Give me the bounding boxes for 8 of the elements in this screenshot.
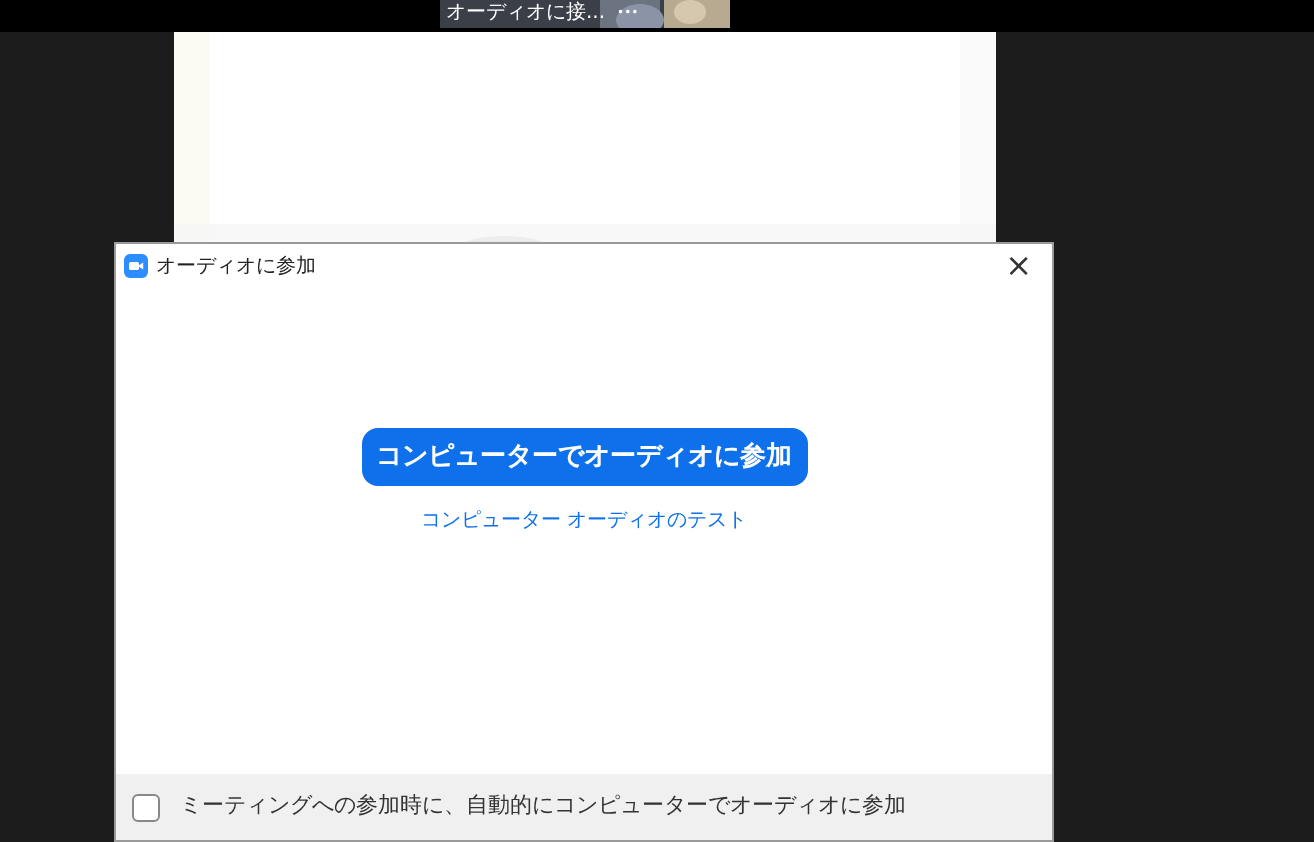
close-button[interactable]: ×: [993, 250, 1044, 282]
join-audio-button[interactable]: コンピューターでオーディオに参加: [361, 428, 807, 486]
participant-name: オーディオに接...: [446, 2, 606, 26]
window-title: オーディオに参加: [156, 253, 316, 281]
video-camera-icon: [124, 254, 148, 278]
test-audio-link[interactable]: コンピューター オーディオのテスト: [420, 506, 748, 536]
checkbox-label: ミーティングへの参加時に、自動的にコンピューターでオーディオに参加: [180, 790, 906, 823]
checkbox[interactable]: [132, 793, 160, 821]
